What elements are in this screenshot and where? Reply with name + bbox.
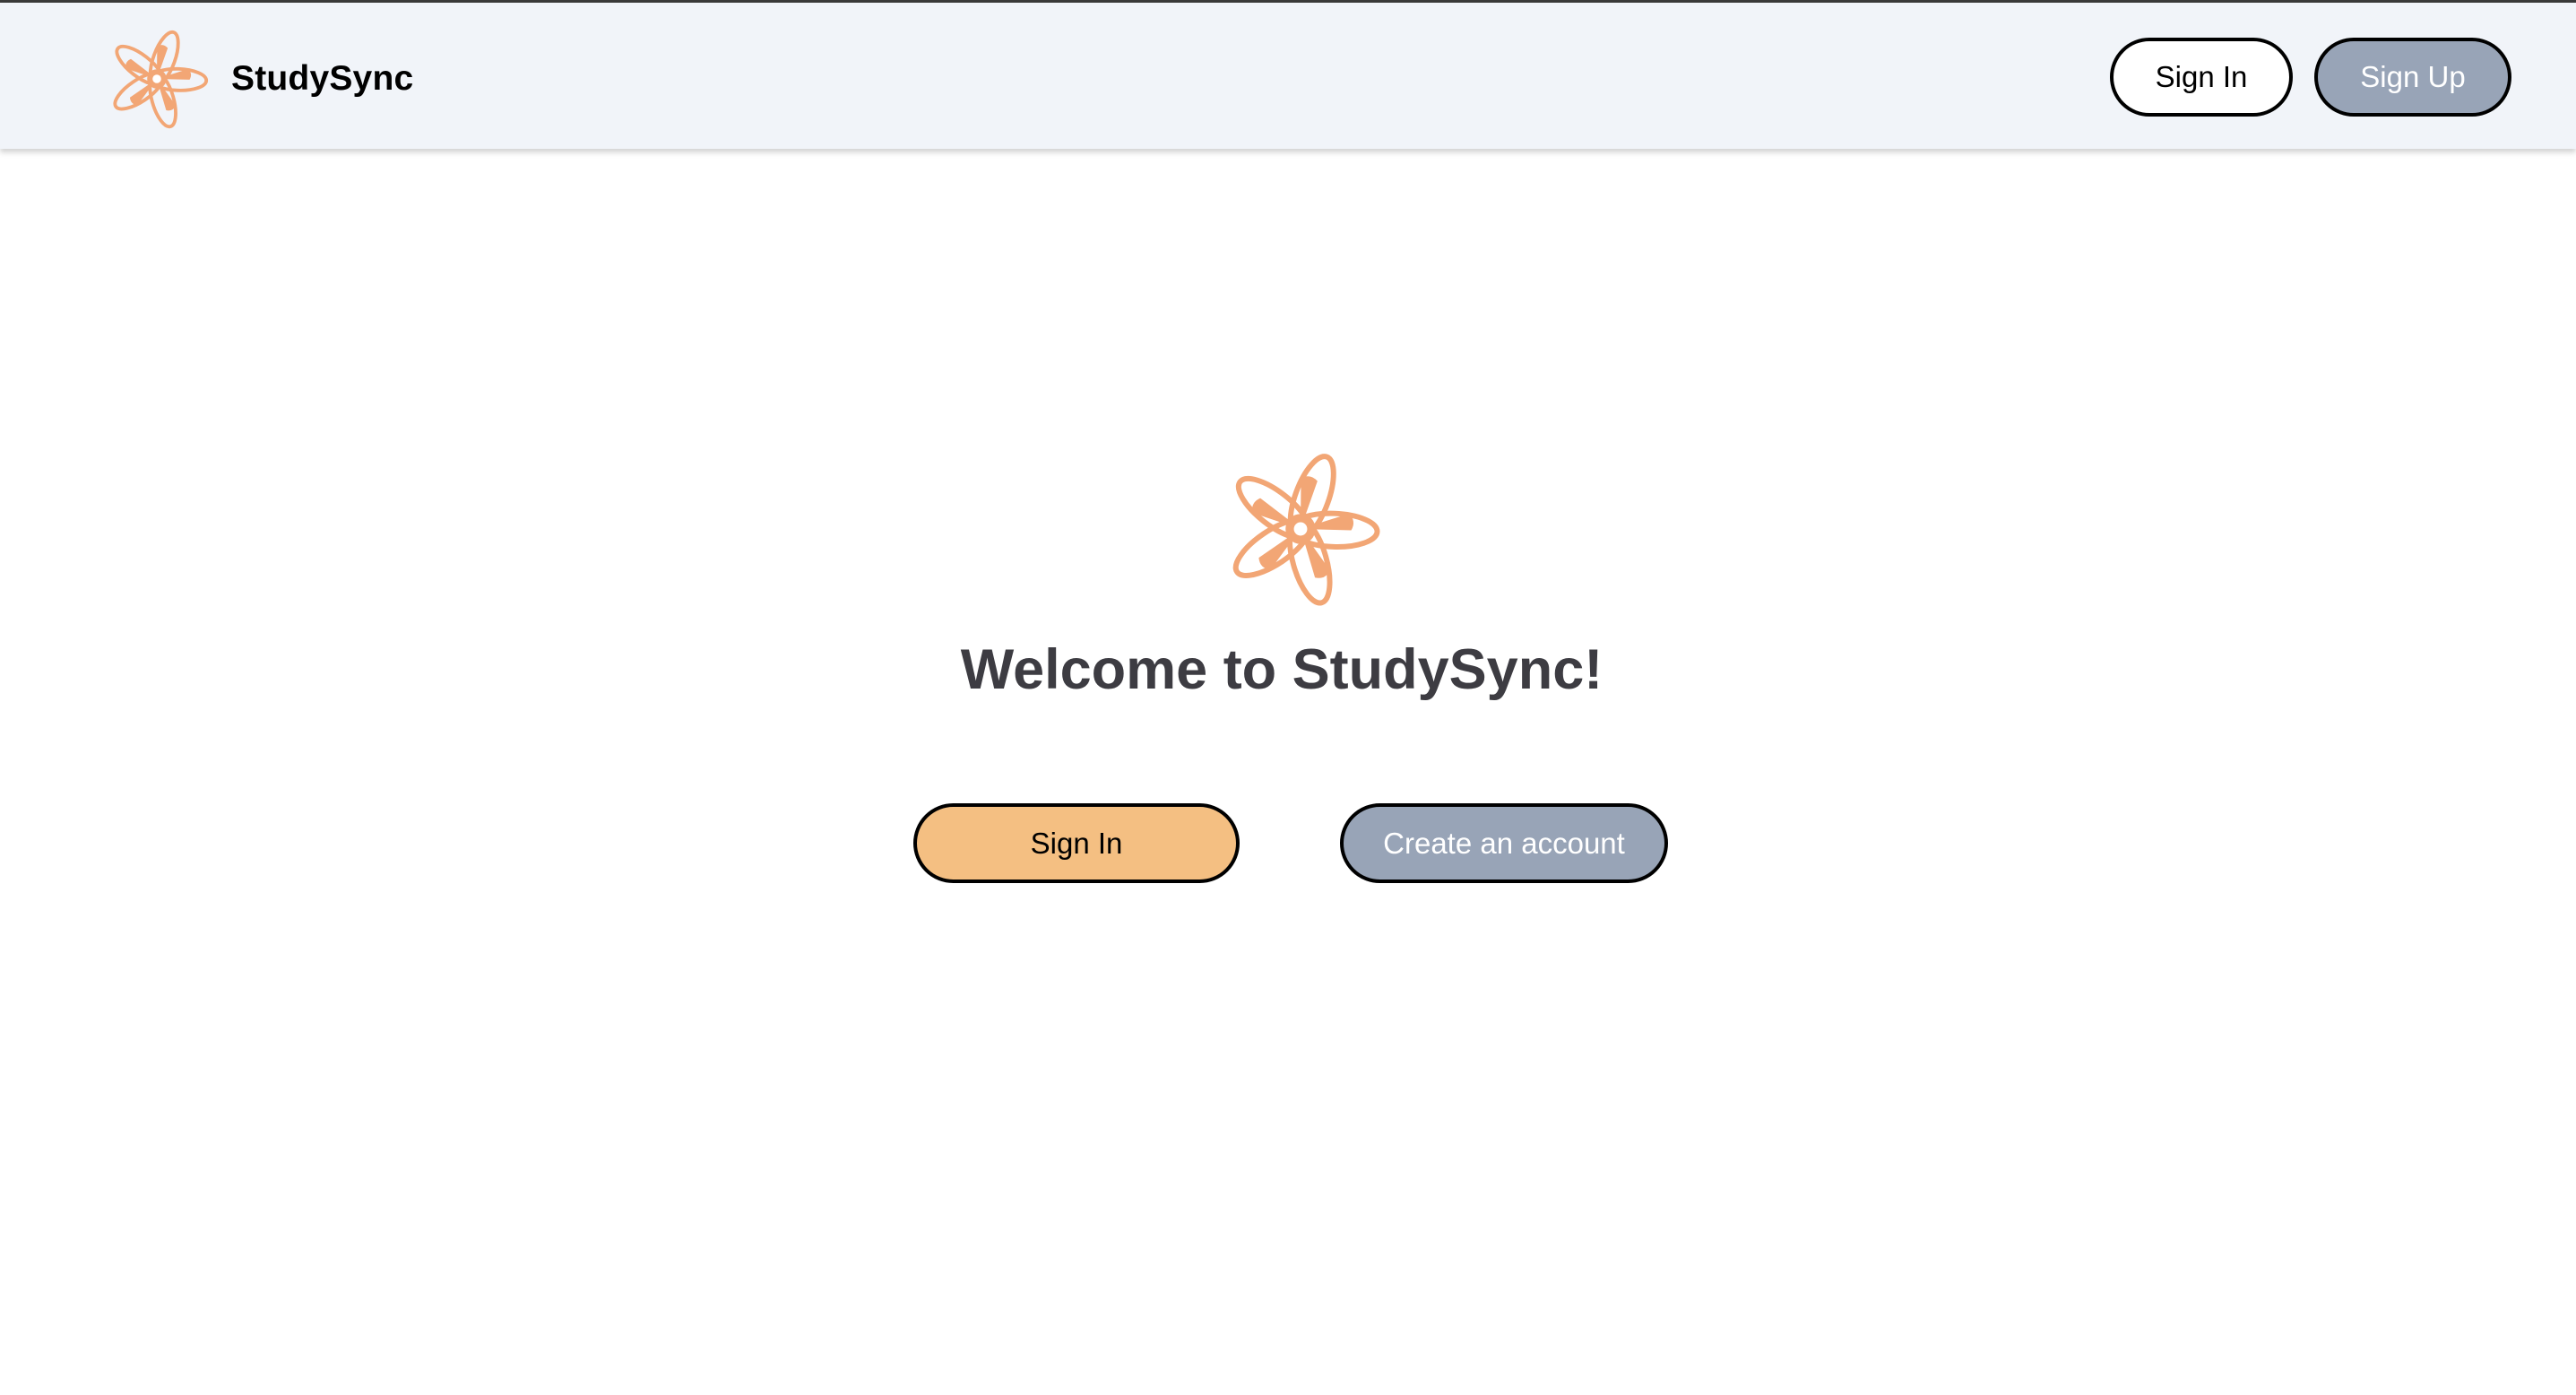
nav-sign-up-button[interactable]: Sign Up bbox=[2314, 38, 2511, 117]
page: StudySync Sign In Sign Up Welcome to Stu… bbox=[0, 0, 2576, 1395]
create-account-button[interactable]: Create an account bbox=[1340, 803, 1668, 883]
navbar: StudySync Sign In Sign Up bbox=[0, 3, 2576, 149]
studysync-logo-icon bbox=[113, 30, 209, 129]
brand[interactable]: StudySync bbox=[102, 25, 413, 133]
brand-name: StudySync bbox=[231, 59, 414, 98]
studysync-hero-logo-icon bbox=[1232, 454, 1380, 606]
sign-in-button[interactable]: Sign In bbox=[913, 803, 1240, 883]
nav-sign-in-button[interactable]: Sign In bbox=[2110, 38, 2293, 117]
welcome-title: Welcome to StudySync! bbox=[960, 638, 1604, 701]
